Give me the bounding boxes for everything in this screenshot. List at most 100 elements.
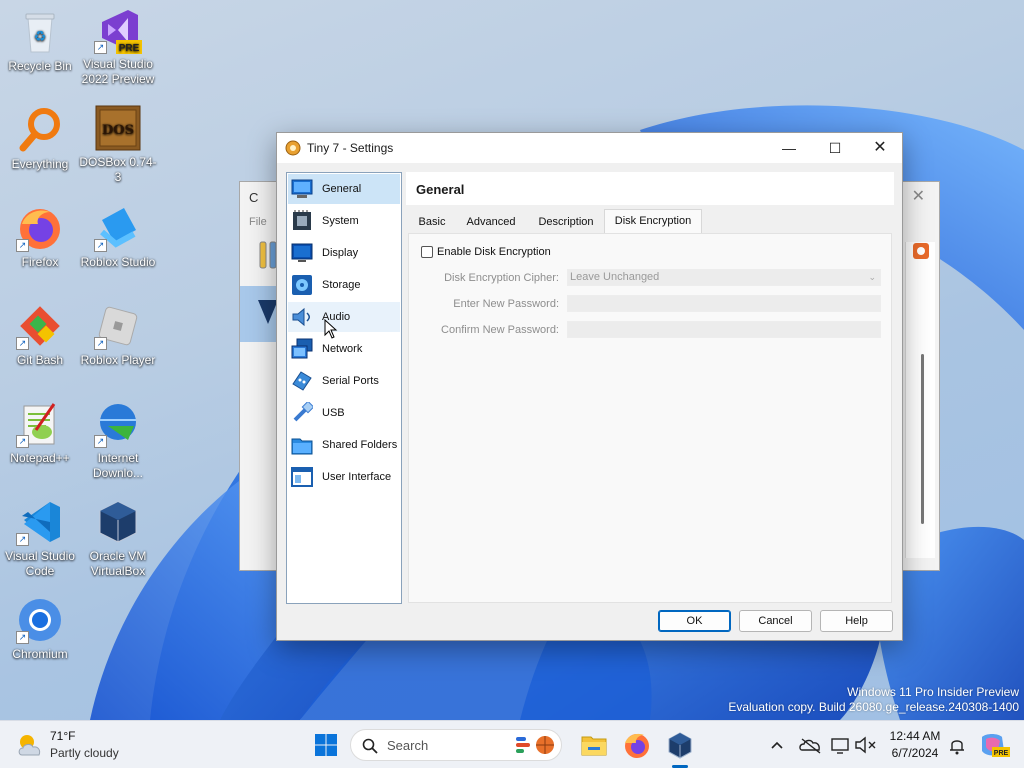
desktop-icon-label: Everything (11, 157, 69, 171)
manager-file-menu[interactable]: File (249, 216, 267, 228)
nav-item-display[interactable]: Display (288, 238, 400, 268)
desktop-icon-roblox-player[interactable]: ↗ Roblox Player (78, 302, 158, 368)
desktop-icon-everything[interactable]: Everything (0, 106, 80, 172)
copilot-button[interactable]: PRE (976, 729, 1010, 761)
manager-details-panel (905, 242, 935, 558)
monitor-icon (831, 738, 849, 754)
show-hidden-icons-button[interactable] (762, 729, 792, 761)
user-interface-icon (291, 466, 313, 488)
desktop-icon-chromium[interactable]: ↗ Chromium (0, 596, 80, 662)
tab-basic[interactable]: Basic (412, 211, 452, 233)
dialog-title: Tiny 7 - Settings (307, 141, 394, 155)
volume-tray-button[interactable] (852, 729, 880, 761)
pre-badge: PRE (119, 43, 140, 54)
shortcut-arrow-icon: ↗ (94, 337, 107, 350)
evaluation-watermark: Windows 11 Pro Insider Preview Evaluatio… (728, 685, 1019, 715)
weather-temperature[interactable]: 71°F (50, 729, 75, 743)
weather-widget[interactable] (14, 729, 46, 761)
firefox-icon: ↗ (16, 204, 64, 252)
internet-download-manager-icon: ↗ (94, 400, 142, 448)
desktop-icon-recycle-bin[interactable]: ♻ Recycle Bin (0, 8, 80, 74)
onedrive-tray-button[interactable] (796, 729, 826, 761)
nav-item-user-interface[interactable]: User Interface (288, 462, 400, 492)
nav-item-usb[interactable]: USB (288, 398, 400, 428)
tab-description[interactable]: Description (532, 211, 600, 233)
desktop-icon-dosbox[interactable]: DOS DOSBox 0.74-3 (78, 104, 158, 185)
nav-item-audio[interactable]: Audio (288, 302, 400, 332)
confirm-password-field[interactable] (567, 321, 881, 338)
system-icon (291, 210, 313, 232)
shortcut-arrow-icon: ↗ (94, 435, 107, 448)
desktop-icon-notepad-plus-plus[interactable]: ↗ Notepad++ (0, 400, 80, 466)
desktop-icon-oracle-vm-virtualbox[interactable]: Oracle VM VirtualBox (78, 498, 158, 579)
minimize-button[interactable]: — (766, 133, 812, 163)
notifications-button[interactable] (944, 729, 970, 761)
nav-item-network[interactable]: Network (288, 334, 400, 364)
taskbar-search-box[interactable]: Search (350, 729, 562, 761)
nav-item-shared-folders[interactable]: Shared Folders (288, 430, 400, 460)
nav-item-general[interactable]: General (288, 174, 400, 204)
notepad-plus-plus-icon: ↗ (16, 400, 64, 448)
nav-item-system[interactable]: System (288, 206, 400, 236)
new-password-field[interactable] (567, 295, 881, 312)
manager-close-button[interactable]: ✕ (912, 186, 925, 206)
usb-icon (291, 400, 315, 424)
shared-folders-icon (291, 434, 313, 456)
firefox-icon (625, 733, 649, 758)
svg-text:DOS: DOS (102, 123, 134, 138)
tab-disk-encryption[interactable]: Disk Encryption (604, 209, 702, 233)
clock-time[interactable]: 12:44 AM (886, 729, 944, 743)
chevron-up-icon (771, 741, 783, 749)
ok-button[interactable]: OK (658, 610, 731, 632)
vscode-icon: ↗ (16, 498, 64, 546)
dosbox-icon: DOS (94, 104, 142, 152)
visual-studio-icon: PRE ↗ (94, 6, 142, 54)
tab-bar[interactable]: Basic Advanced Description Disk Encrypti… (406, 209, 894, 233)
help-button[interactable]: Help (820, 610, 893, 632)
display-tray-button[interactable] (829, 729, 851, 761)
general-icon (291, 178, 313, 200)
weather-description[interactable]: Partly cloudy (50, 746, 119, 760)
desktop-icon-label: Internet Downlo... (92, 451, 144, 480)
taskbar-virtualbox[interactable] (664, 729, 696, 761)
manager-selected-vm[interactable] (240, 286, 278, 342)
taskbar: 71°F Partly cloudy Search 12:44 AM 6/7/2… (0, 720, 1024, 768)
copilot-icon: PRE (982, 734, 1010, 757)
svg-text:♻: ♻ (34, 29, 47, 45)
desktop-icon-visual-studio-2022-preview[interactable]: PRE ↗ Visual Studio 2022 Preview (78, 6, 158, 87)
desktop-icon-internet-download-manager[interactable]: ↗ Internet Downlo... (78, 400, 158, 481)
close-button[interactable]: ✕ (857, 133, 903, 163)
settings-dialog[interactable]: Tiny 7 - Settings — ☐ ✕ General System D… (276, 132, 903, 641)
desktop-icon-label: DOSBox 0.74-3 (79, 155, 157, 184)
desktop-icon-visual-studio-code[interactable]: ↗ Visual Studio Code (0, 498, 80, 579)
tab-advanced[interactable]: Advanced (458, 211, 524, 233)
dialog-titlebar[interactable]: Tiny 7 - Settings — ☐ ✕ (277, 133, 902, 163)
shortcut-arrow-icon: ↗ (16, 337, 29, 350)
start-button[interactable] (310, 729, 342, 761)
desktop-icon-git-bash[interactable]: ↗ Git Bash (0, 302, 80, 368)
taskbar-firefox[interactable] (621, 729, 653, 761)
taskbar-file-explorer[interactable] (578, 729, 610, 761)
windows-logo-icon (315, 734, 337, 756)
virtualbox-settings-icon (285, 140, 301, 156)
settings-nav-list[interactable]: General System Display Storage Audio Net… (286, 172, 402, 604)
shortcut-arrow-icon: ↗ (94, 239, 107, 252)
desktop-icon-label: Visual Studio Code (5, 549, 75, 578)
enable-disk-encryption-checkbox[interactable] (421, 246, 433, 258)
nav-item-storage[interactable]: Storage (288, 270, 400, 300)
storage-icon (291, 274, 313, 296)
partly-cloudy-icon (18, 735, 41, 756)
recycle-bin-icon: ♻ (16, 8, 64, 56)
desktop-icon-firefox[interactable]: ↗ Firefox (0, 204, 80, 270)
shortcut-arrow-icon: ↗ (16, 239, 29, 252)
cancel-button[interactable]: Cancel (739, 610, 812, 632)
clock-date[interactable]: 6/7/2024 (886, 746, 944, 760)
network-icon (291, 338, 313, 360)
desktop-icon-roblox-studio[interactable]: ↗ Roblox Studio (78, 204, 158, 270)
enable-disk-encryption-label[interactable]: Enable Disk Encryption (437, 246, 551, 258)
maximize-button[interactable]: ☐ (812, 133, 858, 163)
cipher-select[interactable]: Leave Unchanged ⌄ (567, 269, 881, 286)
manager-scrollbar[interactable] (921, 354, 924, 524)
shortcut-arrow-icon: ↗ (16, 631, 29, 644)
nav-item-serial-ports[interactable]: Serial Ports (288, 366, 400, 396)
